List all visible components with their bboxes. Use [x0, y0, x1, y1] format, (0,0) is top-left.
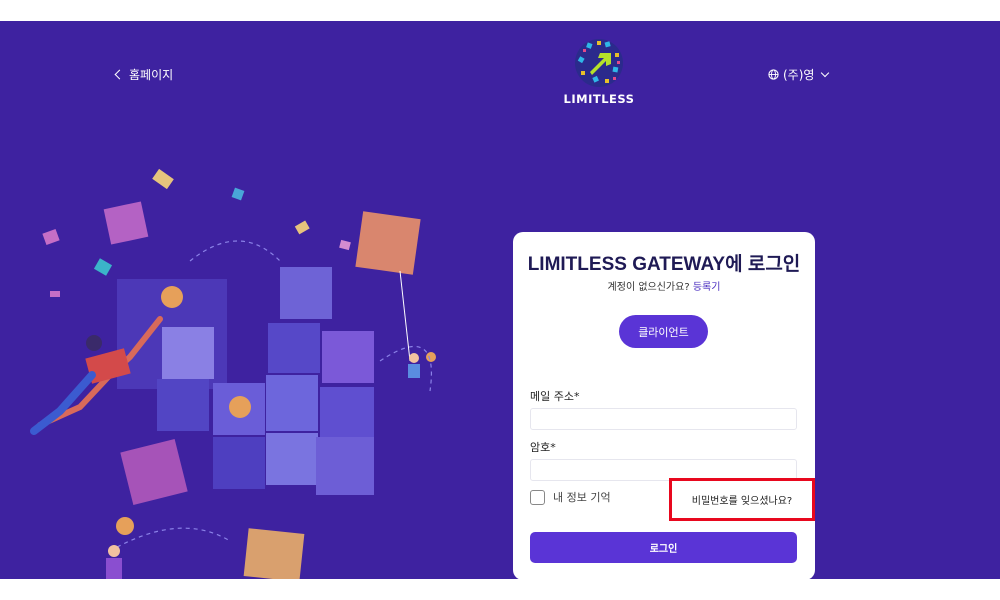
limitless-logo-icon: [575, 39, 623, 87]
homepage-back-link[interactable]: 홈페이지: [114, 66, 174, 83]
limitless-logo[interactable]: LIMITLESS: [560, 37, 638, 106]
password-label: 암호*: [530, 441, 556, 454]
chevron-left-icon: [114, 69, 125, 80]
remember-me-checkbox[interactable]: [530, 489, 545, 505]
language-label: (주)영: [783, 68, 815, 82]
homepage-link-label: 홈페이지: [129, 68, 174, 82]
page: 홈페이지 LIMITLESS (주)영 LIMITLESS GATEWAY에 로…: [0, 0, 1000, 600]
login-title: LIMITLESS GATEWAY에 로그인: [527, 254, 801, 275]
client-button[interactable]: 클라이언트: [619, 315, 708, 348]
language-selector[interactable]: (주)영: [768, 66, 830, 83]
globe-icon: [768, 69, 779, 80]
logo-wordmark: LIMITLESS: [563, 92, 635, 106]
remember-me-label: 내 정보 기억: [553, 491, 611, 504]
top-bar: 홈페이지 LIMITLESS (주)영: [0, 21, 1000, 121]
forgot-password-link[interactable]: 비밀번호를 잊으셨나요?: [669, 478, 815, 521]
remember-me[interactable]: 내 정보 기억: [530, 489, 611, 505]
no-account-text: 계정이 없으신가요?: [607, 282, 690, 293]
chevron-down-icon: [821, 68, 830, 78]
email-field[interactable]: [530, 408, 797, 430]
hero-illustration: [0, 121, 500, 579]
login-card: LIMITLESS GATEWAY에 로그인 계정이 없으신가요? 등록기 클라…: [513, 232, 815, 579]
register-link[interactable]: 등록기: [693, 282, 721, 293]
gateway-background: 홈페이지 LIMITLESS (주)영 LIMITLESS GATEWAY에 로…: [0, 21, 1000, 579]
email-label: 메일 주소*: [530, 390, 580, 403]
no-account-prompt: 계정이 없으신가요? 등록기: [513, 278, 815, 293]
login-button[interactable]: 로그인: [530, 532, 797, 563]
